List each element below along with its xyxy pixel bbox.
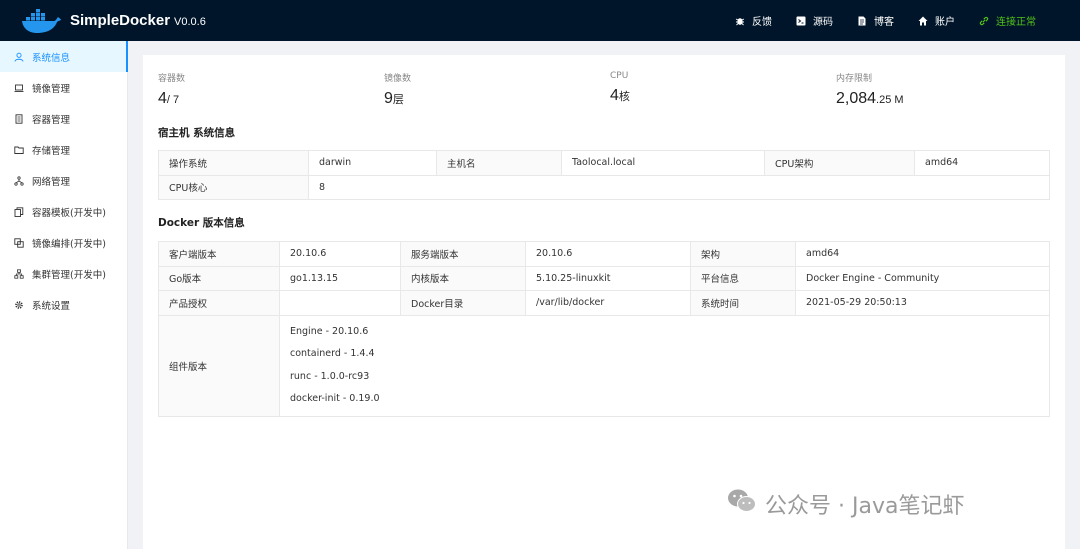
- component-version: runc - 1.0.0-rc93: [290, 370, 370, 382]
- stat-label: 镜像数: [384, 74, 412, 84]
- sidebar-item-label: 系统设置: [32, 300, 71, 312]
- sidebar-item-storage[interactable]: 存储管理: [0, 134, 127, 165]
- brand-name: SimpleDocker: [70, 12, 171, 29]
- component-version: docker-init - 0.19.0: [290, 393, 380, 404]
- sidebar-item-image-orchestration[interactable]: 镜像编排(开发中): [0, 227, 127, 258]
- sidebar-item-containers[interactable]: 容器管理: [0, 103, 127, 134]
- watermark-text: 公众号 · Java笔记虾: [765, 494, 965, 519]
- laptop-icon: [14, 83, 24, 93]
- block-icon: [14, 237, 24, 248]
- link-icon: [979, 16, 989, 26]
- sidebar-item-label: 容器模板(开发中): [32, 207, 106, 219]
- copy-icon: [14, 206, 24, 217]
- sidebar-item-label: 网络管理: [32, 176, 71, 188]
- gear-icon: [14, 300, 24, 310]
- table-row: 客户端版本 20.10.6 服务端版本 20.10.6 架构 amd64: [158, 241, 1050, 267]
- network-icon: [14, 175, 24, 186]
- stat-containers: 容器数 4/ 7: [158, 71, 384, 108]
- component-version: Engine - 20.10.6: [290, 325, 369, 337]
- stat-label: 内存限制: [836, 74, 873, 84]
- sidebar-item-label: 存储管理: [32, 145, 71, 157]
- bug-icon: [735, 16, 745, 26]
- sidebar-item-cluster[interactable]: 集群管理(开发中): [0, 258, 127, 289]
- user-icon: [14, 52, 24, 62]
- sidebar: 系统信息 镜像管理 容器管理 存储管理 网络管理 容器模板(开发中) 镜像编排(…: [0, 41, 128, 549]
- top-nav: 反馈 源码 博客 账户 连接正常: [735, 0, 1080, 41]
- nav-account[interactable]: 账户: [918, 13, 955, 28]
- stat-value: 9: [384, 90, 393, 107]
- table-row: 操作系统 darwin 主机名 Taolocal.local CPU架构 amd…: [158, 150, 1050, 176]
- sidebar-item-images[interactable]: 镜像管理: [0, 72, 127, 103]
- sidebar-item-network[interactable]: 网络管理: [0, 165, 127, 196]
- file-icon: [857, 16, 867, 26]
- wechat-icon: [727, 488, 765, 520]
- sidebar-item-label: 镜像编排(开发中): [32, 238, 106, 250]
- top-header: SimpleDocker V0.0.6 反馈 源码 博客 账户 连接正常: [0, 0, 1080, 41]
- table-row: Go版本 go1.13.15 内核版本 5.10.25-linuxkit 平台信…: [158, 265, 1050, 291]
- sidebar-item-settings[interactable]: 系统设置: [0, 289, 127, 320]
- table-row: CPU核心 8: [158, 174, 1050, 200]
- logo[interactable]: SimpleDocker V0.0.6: [20, 8, 206, 34]
- table-row: 产品授权 Docker目录 /var/lib/docker 系统时间 2021-…: [158, 290, 1050, 316]
- stat-suffix: / 7: [166, 94, 180, 106]
- folder-icon: [14, 145, 24, 155]
- nav-source[interactable]: 源码: [796, 13, 833, 28]
- stats-row: 容器数 4/ 7 镜像数 9层 CPU 4核 内存限制 2,084.25 M: [158, 71, 1062, 108]
- watermark: 公众号 · Java笔记虾: [727, 488, 964, 520]
- components-cell: Engine - 20.10.6 containerd - 1.4.4 runc…: [279, 314, 1050, 417]
- host-info-title: 宿主机 系统信息: [158, 127, 236, 139]
- table-row: 组件版本 Engine - 20.10.6 containerd - 1.4.4…: [158, 314, 1050, 417]
- cluster-icon: [14, 268, 24, 279]
- sidebar-item-label: 系统信息: [32, 52, 71, 64]
- stat-memory: 内存限制 2,084.25 M: [836, 71, 1062, 108]
- stat-value: 4: [610, 87, 619, 104]
- version-label: V0.0.6: [174, 16, 206, 28]
- docker-info-table: 客户端版本 20.10.6 服务端版本 20.10.6 架构 amd64 Go版…: [158, 241, 1050, 417]
- main-content: 容器数 4/ 7 镜像数 9层 CPU 4核 内存限制 2,084.25 M 宿…: [143, 55, 1065, 549]
- sidebar-item-system-info[interactable]: 系统信息: [0, 41, 128, 72]
- stat-suffix: .25 M: [876, 94, 904, 106]
- stat-value: 2,084: [836, 90, 877, 107]
- docker-info-title: Docker 版本信息: [158, 217, 245, 229]
- stat-suffix: 层: [392, 94, 404, 106]
- docker-whale-icon: [20, 8, 62, 34]
- code-icon: [796, 16, 806, 26]
- nav-blog[interactable]: 博客: [857, 13, 894, 28]
- sidebar-item-label: 容器管理: [32, 114, 71, 126]
- host-info-table: 操作系统 darwin 主机名 Taolocal.local CPU架构 amd…: [158, 150, 1050, 200]
- home-icon: [918, 16, 928, 26]
- sidebar-item-container-templates[interactable]: 容器模板(开发中): [0, 196, 127, 227]
- component-version: containerd - 1.4.4: [290, 348, 375, 359]
- sidebar-item-label: 镜像管理: [32, 83, 71, 95]
- nav-feedback[interactable]: 反馈: [735, 13, 772, 28]
- container-icon: [14, 113, 24, 124]
- stat-images: 镜像数 9层: [384, 71, 610, 108]
- stat-value: 4: [158, 90, 167, 107]
- sidebar-item-label: 集群管理(开发中): [32, 269, 106, 281]
- connection-status[interactable]: 连接正常: [979, 13, 1036, 28]
- stat-label: CPU: [610, 71, 629, 81]
- stat-label: 容器数: [158, 74, 186, 84]
- stat-cpu: CPU 4核: [610, 71, 836, 108]
- stat-suffix: 核: [618, 91, 630, 103]
